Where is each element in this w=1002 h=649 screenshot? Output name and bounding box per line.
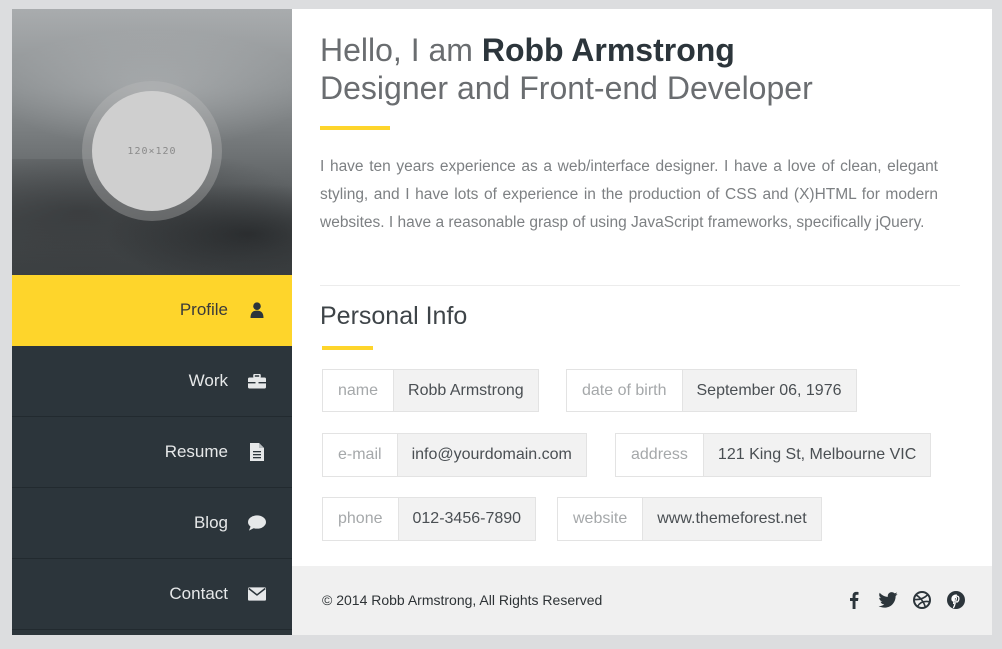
field-value[interactable]: www.themeforest.net: [643, 498, 821, 540]
briefcase-icon: [248, 372, 266, 390]
pinterest-icon[interactable]: [946, 590, 966, 610]
field-label: name: [323, 370, 395, 411]
info-field-email: e-mail info@yourdomain.com: [322, 433, 587, 477]
avatar: 120×120: [92, 91, 212, 211]
envelope-icon: [248, 585, 266, 603]
nav-item-label: Profile: [179, 300, 228, 319]
greeting-heading: Hello, I am Robb Armstrong: [320, 31, 735, 69]
info-field-address: address 121 King St, Melbourne VIC: [615, 433, 932, 477]
owner-name: Robb Armstrong: [481, 32, 735, 68]
copyright-text: © 2014 Robb Armstrong, All Rights Reserv…: [322, 592, 603, 608]
field-label: website: [558, 498, 644, 540]
nav-item-profile[interactable]: Profile: [12, 275, 292, 346]
field-value: 012-3456-7890: [398, 498, 536, 540]
footer: © 2014 Robb Armstrong, All Rights Reserv…: [292, 566, 992, 635]
comment-icon: [248, 514, 266, 532]
divider: [320, 285, 960, 286]
info-field-name: name Robb Armstrong: [322, 369, 539, 412]
job-title: Designer and Front-end Developer: [320, 70, 813, 106]
field-value: 121 King St, Melbourne VIC: [703, 434, 931, 476]
hero-image: 120×120: [12, 9, 292, 275]
nav-item-label: Work: [188, 371, 228, 390]
dribbble-icon[interactable]: [912, 590, 932, 610]
social-links: [844, 590, 966, 610]
user-icon: [248, 301, 266, 319]
nav-item-contact[interactable]: Contact: [12, 559, 292, 630]
accent-underline: [322, 346, 373, 350]
document-icon: [248, 443, 266, 461]
field-label: date of birth: [567, 370, 683, 411]
greeting-prefix: Hello, I am: [320, 32, 482, 68]
info-field-dob: date of birth September 06, 1976: [566, 369, 857, 412]
info-field-phone: phone 012-3456-7890: [322, 497, 537, 541]
field-label: phone: [323, 498, 399, 540]
nav-item-blog[interactable]: Blog: [12, 488, 292, 559]
accent-underline: [320, 126, 390, 130]
section-title: Personal Info: [320, 302, 468, 330]
nav-item-label: Blog: [193, 513, 228, 532]
field-value: Robb Armstrong: [394, 370, 538, 411]
field-value: info@yourdomain.com: [397, 434, 586, 476]
nav-item-label: Contact: [169, 584, 228, 603]
profile-card: 120×120 Profile Work Resume Blog Contact…: [12, 9, 992, 635]
sidebar: 120×120 Profile Work Resume Blog Contact: [12, 9, 292, 635]
facebook-icon[interactable]: [844, 590, 864, 610]
twitter-icon[interactable]: [878, 590, 898, 610]
field-label: address: [616, 434, 704, 476]
bio-paragraph: I have ten years experience as a web/int…: [320, 158, 938, 231]
nav-item-work[interactable]: Work: [12, 346, 292, 417]
sidebar-nav: Profile Work Resume Blog Contact: [12, 275, 292, 630]
nav-item-label: Resume: [164, 442, 228, 461]
field-value: September 06, 1976: [682, 370, 856, 411]
nav-item-resume[interactable]: Resume: [12, 417, 292, 488]
main-content: Hello, I am Robb Armstrong Designer and …: [292, 9, 992, 566]
info-field-website: website www.themeforest.net: [557, 497, 822, 541]
field-label: e-mail: [323, 434, 398, 476]
